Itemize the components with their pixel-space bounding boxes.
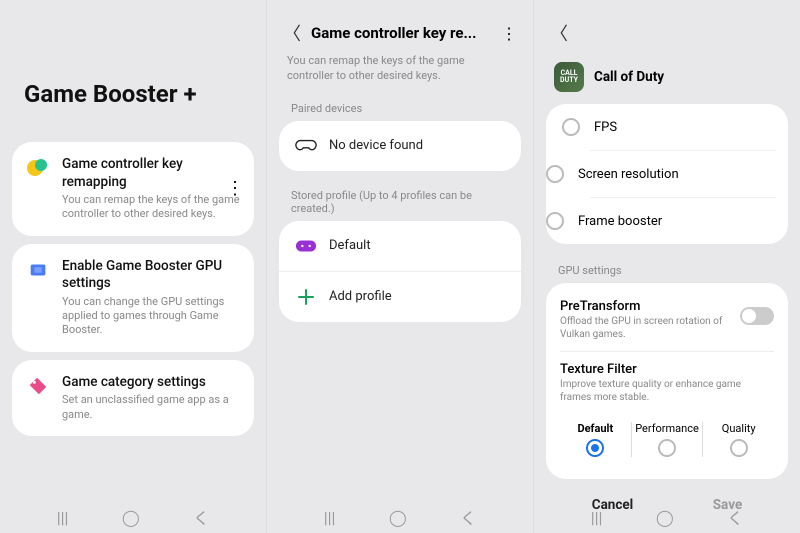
list-text: Default	[329, 238, 371, 253]
section-label: Paired devices	[275, 94, 525, 121]
app-title: Game Booster +	[24, 80, 258, 108]
radio-label: FPS	[594, 120, 617, 135]
nav-bar: ||| ◯ く	[0, 505, 266, 529]
nav-bar: ||| ◯ く	[267, 505, 533, 529]
nav-back-icon[interactable]: く	[727, 505, 743, 529]
radio-icon	[546, 165, 564, 183]
main-panel: Game Booster + ⋮ Game controller key rem…	[0, 0, 266, 533]
option-resolution[interactable]: Screen resolution	[590, 150, 776, 197]
card-desc: You can remap the keys of the game contr…	[62, 193, 240, 222]
game-app-icon: CALLDUTY	[554, 62, 584, 92]
tf-performance[interactable]: Performance	[631, 422, 703, 457]
page-title: Game controller key re...	[311, 24, 491, 42]
game-settings-panel: 〈 CALLDUTY Call of Duty FPS Screen resol…	[533, 0, 800, 533]
nav-home-icon[interactable]: ◯	[389, 508, 407, 527]
page-description: You can remap the keys of the game contr…	[275, 54, 525, 94]
radio-label: Frame booster	[578, 214, 662, 229]
plus-icon	[295, 286, 317, 308]
setting-desc: Improve texture quality or enhance game …	[560, 378, 774, 404]
card-title: Game category settings	[62, 374, 240, 392]
radio-icon	[546, 212, 564, 230]
radio-icon	[562, 118, 580, 136]
list-text: No device found	[329, 138, 423, 153]
card-title: Enable Game Booster GPU settings	[62, 258, 240, 293]
pretransform-toggle[interactable]	[740, 307, 774, 325]
back-icon[interactable]: 〈	[550, 20, 568, 46]
card-title: Game controller key remapping	[62, 156, 240, 191]
option-fps[interactable]: FPS	[546, 104, 788, 150]
add-profile[interactable]: Add profile	[279, 271, 521, 322]
no-device-item: No device found	[279, 121, 521, 171]
nav-bar: ||| ◯ く	[534, 505, 800, 529]
list-text: Add profile	[329, 289, 392, 304]
more-icon[interactable]: ⋮	[226, 178, 244, 199]
nav-recents-icon[interactable]: |||	[57, 508, 69, 527]
option-frame-booster[interactable]: Frame booster	[590, 197, 776, 244]
setting-title: PreTransform	[560, 299, 730, 314]
radio-label: Screen resolution	[578, 167, 679, 182]
card-desc: You can change the GPU settings applied …	[62, 295, 240, 338]
tf-quality[interactable]: Quality	[702, 422, 774, 457]
nav-back-icon[interactable]: く	[460, 505, 476, 529]
section-label: GPU settings	[542, 256, 792, 283]
setting-title: Texture Filter	[560, 362, 774, 377]
card-remapping[interactable]: Game controller key remapping You can re…	[12, 142, 254, 236]
setting-desc: Offload the GPU in screen rotation of Vu…	[560, 315, 730, 341]
more-icon[interactable]: ⋮	[501, 24, 517, 43]
controller-icon	[26, 156, 50, 180]
nav-recents-icon[interactable]: |||	[591, 508, 603, 527]
tf-default[interactable]: Default	[560, 422, 631, 457]
radio-icon	[730, 439, 748, 457]
controller-badge-icon	[295, 235, 317, 257]
nav-home-icon[interactable]: ◯	[656, 508, 674, 527]
back-icon[interactable]: 〈	[283, 20, 301, 46]
nav-back-icon[interactable]: く	[193, 505, 209, 529]
card-category[interactable]: Game category settings Set an unclassifi…	[12, 360, 254, 436]
card-desc: Set an unclassified game app as a game.	[62, 393, 240, 422]
radio-icon	[658, 439, 676, 457]
game-name: Call of Duty	[594, 69, 664, 85]
radio-icon	[586, 439, 604, 457]
tf-label: Performance	[632, 422, 703, 435]
tf-label: Quality	[703, 422, 774, 435]
section-label: Stored profile (Up to 4 profiles can be …	[275, 181, 525, 221]
gpu-icon	[26, 258, 50, 282]
tag-icon	[26, 374, 50, 398]
gamepad-icon	[295, 135, 317, 157]
tf-label: Default	[560, 422, 631, 435]
nav-recents-icon[interactable]: |||	[324, 508, 336, 527]
card-gpu[interactable]: Enable Game Booster GPU settings You can…	[12, 244, 254, 352]
profile-default[interactable]: Default	[279, 221, 521, 271]
nav-home-icon[interactable]: ◯	[122, 508, 140, 527]
remap-panel: 〈 Game controller key re... ⋮ You can re…	[266, 0, 533, 533]
